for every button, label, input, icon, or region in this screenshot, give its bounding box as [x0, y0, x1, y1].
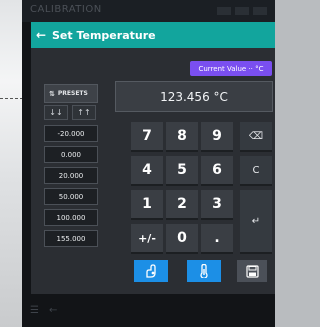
- save-icon: [245, 264, 259, 278]
- key-6[interactable]: 6: [201, 156, 233, 186]
- decimal-key[interactable]: .: [201, 224, 233, 254]
- preset-item[interactable]: -20.000: [44, 125, 98, 142]
- key-8[interactable]: 8: [166, 122, 198, 152]
- status-title: CALIBRATION: [30, 4, 102, 15]
- sign-toggle-key[interactable]: +/-: [131, 224, 163, 254]
- presets-label: PRESETS: [57, 90, 88, 97]
- menu-icon[interactable]: ☰: [30, 305, 39, 316]
- key-9[interactable]: 9: [201, 122, 233, 152]
- device-frame: CALIBRATION ← Set Temperature Current Va…: [22, 0, 275, 327]
- enter-key[interactable]: ↵: [240, 190, 272, 254]
- key-3[interactable]: 3: [201, 190, 233, 220]
- key-2[interactable]: 2: [166, 190, 198, 220]
- status-bar: CALIBRATION: [22, 0, 275, 22]
- preset-item[interactable]: 50.000: [44, 188, 98, 205]
- set-temperature-dialog: ← Set Temperature Current Value ·· °C ⇅ …: [31, 22, 275, 294]
- status-icons: [217, 7, 267, 15]
- value-display: 123.456 °C: [115, 81, 273, 112]
- sort-ascending-button[interactable]: ↓↓: [44, 105, 68, 120]
- preset-item[interactable]: 100.000: [44, 209, 98, 226]
- key-0[interactable]: 0: [166, 224, 198, 254]
- back-icon[interactable]: ←: [49, 305, 57, 316]
- key-4[interactable]: 4: [131, 156, 163, 186]
- status-icon: [217, 7, 231, 15]
- dialog-title: Set Temperature: [52, 28, 156, 42]
- status-icon: [253, 7, 267, 15]
- bottom-nav: ☰ ←: [30, 305, 57, 316]
- presets-header: ⇅ PRESETS: [44, 84, 98, 103]
- presets-sort-row: ↓↓ ↑↑: [44, 105, 98, 120]
- thermometer-gauge-icon: [200, 264, 208, 278]
- dialog-titlebar: ← Set Temperature: [31, 22, 275, 48]
- preset-item[interactable]: 155.000: [44, 230, 98, 247]
- key-5[interactable]: 5: [166, 156, 198, 186]
- measure-temperature-button[interactable]: [187, 260, 221, 282]
- apply-setpoint-button[interactable]: [134, 260, 168, 282]
- save-button[interactable]: [237, 260, 267, 282]
- sort-descending-button[interactable]: ↑↑: [72, 105, 96, 120]
- presets-list-icon: ⇅: [49, 89, 55, 98]
- key-7[interactable]: 7: [131, 122, 163, 152]
- status-icon: [235, 7, 249, 15]
- key-1[interactable]: 1: [131, 190, 163, 220]
- clear-key[interactable]: C: [240, 156, 272, 186]
- back-arrow-icon[interactable]: ←: [36, 28, 52, 42]
- preset-item[interactable]: 0.000: [44, 146, 98, 163]
- current-value-badge: Current Value ·· °C: [190, 61, 272, 76]
- backspace-key[interactable]: ⌫: [240, 122, 272, 152]
- screen: CALIBRATION ← Set Temperature Current Va…: [0, 0, 275, 327]
- hand-thermometer-icon: [146, 264, 156, 278]
- preset-item[interactable]: 20.000: [44, 167, 98, 184]
